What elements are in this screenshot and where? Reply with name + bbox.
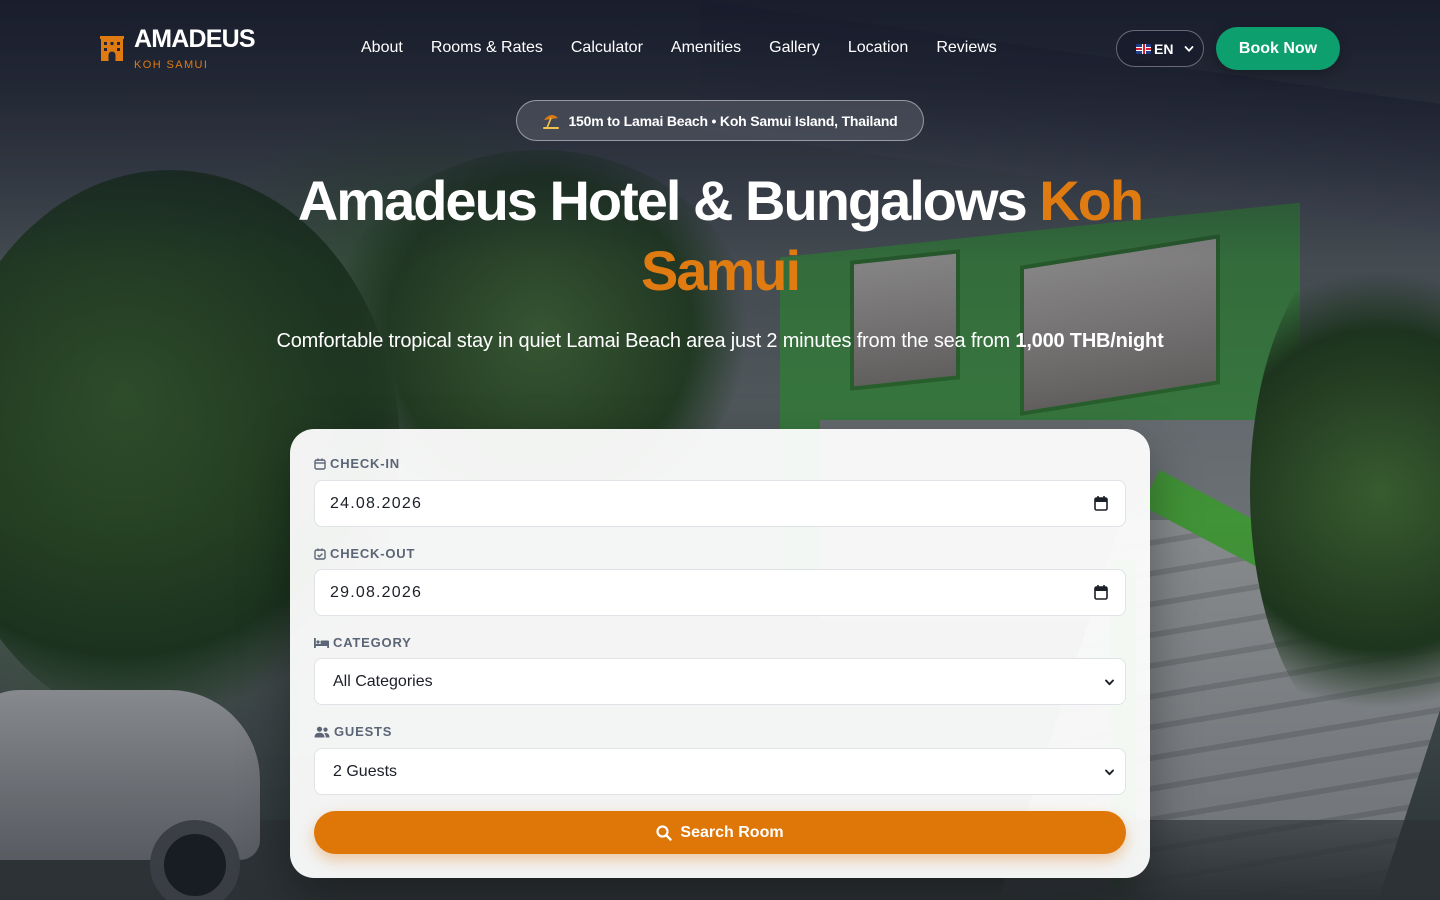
hero-title-main: Amadeus Hotel & Bungalows — [297, 169, 1028, 232]
category-value: All Categories — [333, 672, 433, 690]
checkout-label: CHECK-OUT — [314, 546, 415, 561]
language-value: EN — [1154, 40, 1174, 57]
hero-subtitle-text: Comfortable tropical stay in quiet Lamai… — [276, 330, 1011, 352]
hero-subtitle: Comfortable tropical stay in quiet Lamai… — [270, 325, 1170, 357]
booking-form: CHECK-IN 24.08.2026 CHECK-OUT 29.08.2026 — [290, 429, 1150, 878]
search-icon — [656, 824, 673, 841]
nav-link-about[interactable]: About — [361, 38, 403, 58]
nav-link-amenities[interactable]: Amenities — [671, 38, 741, 58]
hotel-building-icon — [100, 36, 124, 61]
category-label-text: CATEGORY — [333, 635, 412, 650]
checkout-input[interactable]: 29.08.2026 — [314, 569, 1126, 616]
checkin-label-text: CHECK-IN — [330, 456, 400, 471]
chevron-down-icon — [1105, 769, 1114, 776]
beach-umbrella-icon — [543, 114, 560, 129]
location-badge-text: 150m to Lamai Beach • Koh Samui Island, … — [568, 112, 898, 129]
checkin-label: CHECK-IN — [314, 456, 400, 471]
hero-title: Amadeus Hotel & Bungalows Koh Samui — [280, 166, 1160, 306]
bed-icon — [314, 637, 329, 648]
calendar-picker-icon[interactable] — [1094, 495, 1108, 511]
uk-flag-icon — [1136, 43, 1151, 54]
calendar-picker-icon[interactable] — [1094, 584, 1108, 600]
guests-select[interactable]: 2 Guests — [314, 748, 1126, 795]
guests-label: GUESTS — [314, 724, 392, 739]
language-select[interactable]: EN — [1116, 30, 1204, 67]
main-nav: About Rooms & Rates Calculator Amenities… — [361, 38, 1025, 58]
chevron-down-icon — [1184, 46, 1194, 52]
nav-link-rooms-rates[interactable]: Rooms & Rates — [431, 38, 543, 58]
hero-price: 1,000 THB/night — [1015, 330, 1164, 352]
search-room-button[interactable]: Search Room — [314, 811, 1126, 854]
guests-label-text: GUESTS — [334, 724, 393, 739]
location-badge: 150m to Lamai Beach • Koh Samui Island, … — [516, 100, 924, 141]
checkin-value: 24.08.2026 — [330, 494, 423, 512]
book-now-button[interactable]: Book Now — [1216, 27, 1340, 70]
category-select[interactable]: All Categories — [314, 658, 1126, 705]
users-icon — [314, 726, 330, 737]
nav-link-reviews[interactable]: Reviews — [936, 38, 996, 58]
logo-link[interactable]: AMADEUS KOH SAMUI — [100, 25, 256, 71]
checkin-input[interactable]: 24.08.2026 — [314, 480, 1126, 527]
calendar-icon — [314, 458, 326, 470]
search-room-label: Search Room — [680, 823, 784, 841]
category-label: CATEGORY — [314, 635, 412, 650]
logo-name: AMADEUS — [134, 25, 256, 53]
navbar: AMADEUS KOH SAMUI About Rooms & Rates Ca… — [0, 0, 1440, 96]
nav-link-gallery[interactable]: Gallery — [769, 38, 820, 58]
logo-subtitle: KOH SAMUI — [134, 59, 209, 71]
nav-link-location[interactable]: Location — [848, 38, 909, 58]
checkout-value: 29.08.2026 — [330, 583, 423, 601]
guests-value: 2 Guests — [333, 762, 398, 780]
calendar-check-icon — [314, 548, 326, 560]
nav-link-calculator[interactable]: Calculator — [571, 38, 643, 58]
checkout-label-text: CHECK-OUT — [330, 546, 416, 561]
chevron-down-icon — [1105, 679, 1114, 686]
